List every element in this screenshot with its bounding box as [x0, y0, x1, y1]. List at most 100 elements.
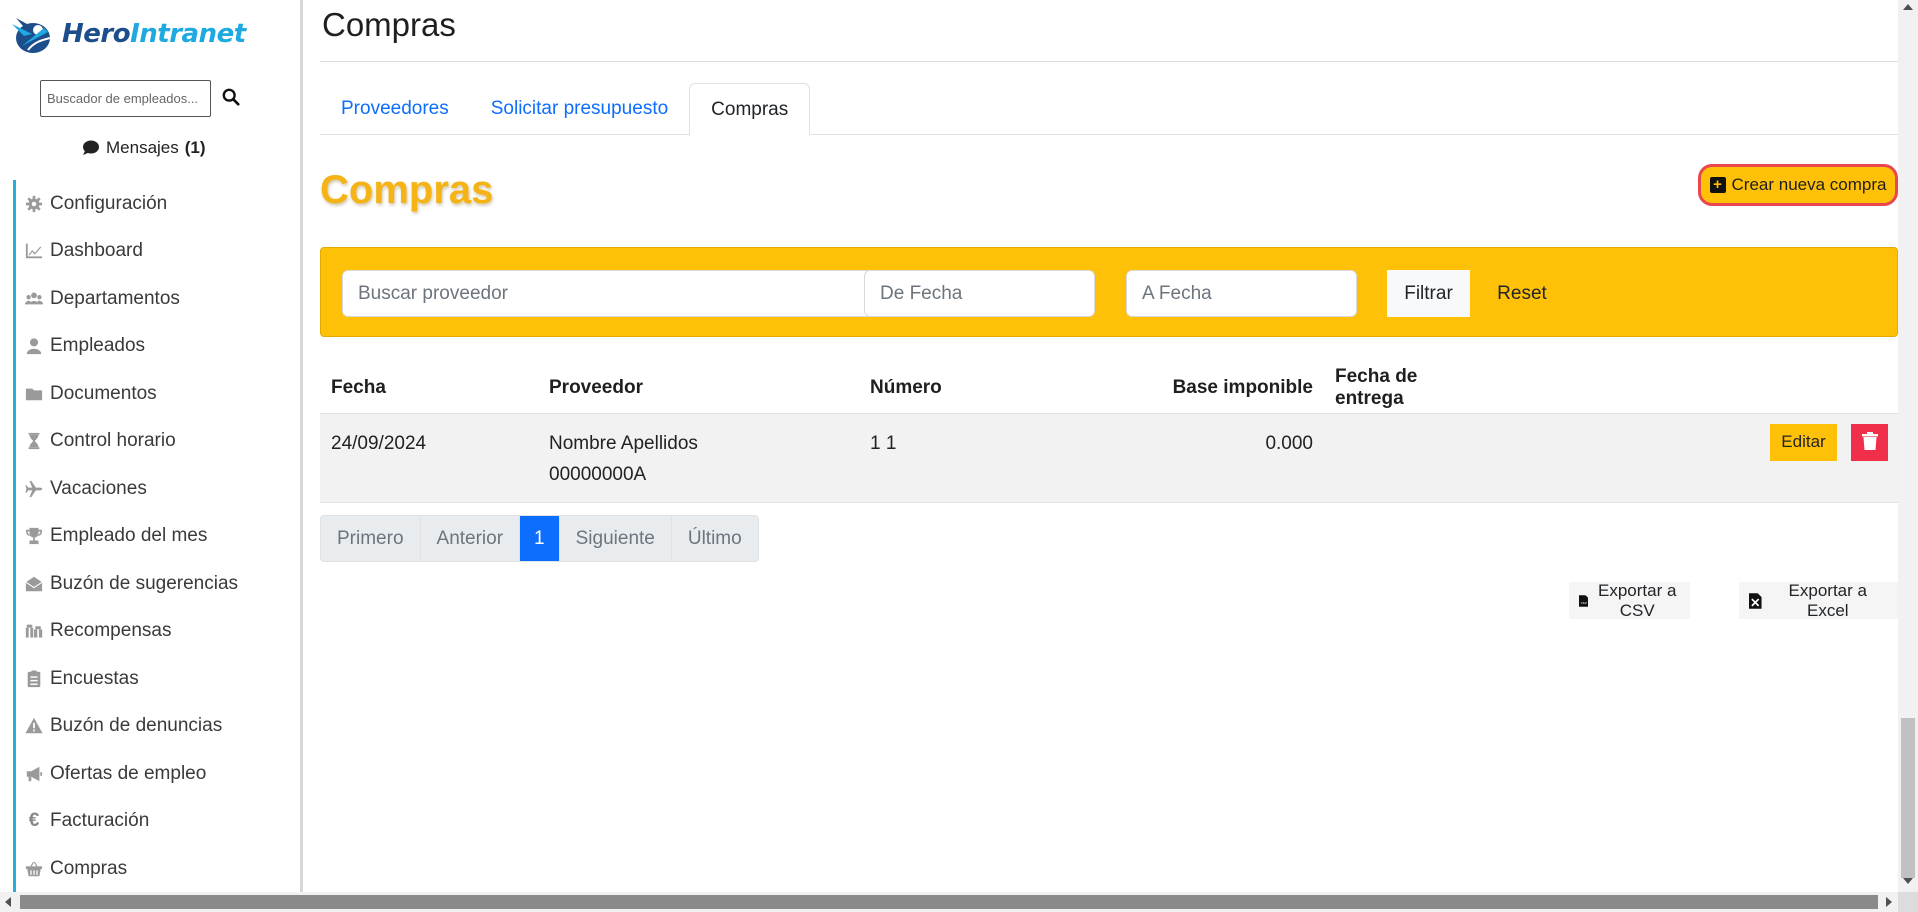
table-row: 24/09/2024 Nombre Apellidos 00000000A 1 …: [320, 413, 1898, 502]
cell-numero: 1 1: [859, 413, 1055, 502]
pagination-current-page[interactable]: 1: [520, 516, 560, 561]
messages-label: Mensajes: [106, 138, 179, 157]
page-title: Compras: [322, 6, 456, 43]
main-content: Compras Proveedores Solicitar presupuest…: [320, 0, 1898, 892]
sidebar-item-empleados[interactable]: Empleados: [13, 322, 300, 370]
title-divider: [320, 61, 1898, 62]
messages-count: (1): [184, 138, 206, 157]
plus-square-icon: +: [1709, 177, 1726, 193]
sidebar-item-label: Empleado del mes: [50, 525, 208, 547]
sidebar-item-vacaciones[interactable]: Vacaciones: [13, 465, 300, 513]
vertical-scroll-thumb[interactable]: [1901, 718, 1915, 878]
sidebar-item-dashboard[interactable]: Dashboard: [13, 227, 300, 275]
file-excel-icon: [1749, 592, 1762, 609]
pagination-first[interactable]: Primero: [321, 516, 421, 561]
column-header-numero[interactable]: Número: [859, 363, 1055, 413]
sidebar-item-ofertas-empleo[interactable]: Ofertas de empleo: [13, 750, 300, 798]
sidebar-item-label: Empleados: [50, 335, 146, 357]
warning-icon: [24, 716, 44, 736]
chart-line-icon: [24, 241, 44, 261]
date-to-input[interactable]: [1126, 270, 1357, 317]
horizontal-scrollbar[interactable]: [0, 892, 1898, 912]
filter-bar: Filtrar Reset: [320, 247, 1898, 337]
delete-button[interactable]: [1851, 423, 1888, 461]
sidebar-nav: Configuración Dashboard Departamentos Em…: [13, 180, 300, 892]
pagination-next[interactable]: Siguiente: [560, 516, 672, 561]
euro-icon: €: [28, 810, 40, 832]
horizontal-scroll-thumb[interactable]: [20, 895, 1878, 909]
basket-icon: [24, 859, 44, 879]
scrollbar-corner: [1898, 892, 1918, 912]
column-header-base-imponible[interactable]: Base imponible: [1055, 363, 1324, 413]
messages-link[interactable]: Mensajes (1): [82, 138, 206, 158]
column-header-actions: [1494, 363, 1898, 413]
supplier-search-input[interactable]: [342, 270, 904, 317]
create-purchase-label: Crear nueva compra: [1731, 175, 1887, 194]
column-header-fecha[interactable]: Fecha: [320, 363, 538, 413]
sidebar-item-label: Buzón de denuncias: [50, 715, 223, 737]
search-button[interactable]: [220, 87, 242, 109]
envelope-open-icon: [24, 574, 44, 594]
scroll-down-arrow-icon[interactable]: [1903, 878, 1913, 884]
sidebar-item-label: Facturación: [50, 810, 150, 832]
gifts-icon: [24, 621, 44, 641]
sidebar-item-empleado-del-mes[interactable]: Empleado del mes: [13, 512, 300, 560]
hero-logo-icon: [12, 18, 51, 53]
trophy-icon: [24, 526, 44, 546]
export-excel-button[interactable]: Exportar a Excel: [1739, 580, 1898, 620]
filter-button[interactable]: Filtrar: [1387, 270, 1470, 317]
tab-solicitar-presupuesto[interactable]: Solicitar presupuesto: [470, 83, 689, 135]
sidebar-item-label: Configuración: [50, 192, 168, 214]
sidebar-item-encuestas[interactable]: Encuestas: [13, 655, 300, 703]
sidebar-item-departamentos[interactable]: Departamentos: [13, 275, 300, 323]
tab-bar: Proveedores Solicitar presupuesto Compra…: [320, 83, 1898, 136]
employee-search-input[interactable]: [40, 80, 211, 117]
vertical-scrollbar[interactable]: [1898, 0, 1918, 892]
hourglass-icon: [24, 431, 44, 451]
logo[interactable]: HeroIntranet: [8, 12, 246, 56]
folder-icon: [24, 384, 44, 404]
scroll-up-arrow-icon[interactable]: [1903, 4, 1913, 10]
plane-icon: [24, 479, 44, 499]
clipboard-list-icon: [24, 669, 44, 689]
cell-actions: Editar: [1494, 413, 1898, 502]
cell-proveedor: Nombre Apellidos 00000000A: [538, 413, 859, 502]
export-csv-button[interactable]: csv Exportar a CSV: [1569, 580, 1690, 620]
sidebar-item-documentos[interactable]: Documentos: [13, 370, 300, 418]
tab-proveedores[interactable]: Proveedores: [320, 83, 470, 135]
search-icon: [222, 88, 240, 106]
pagination-prev[interactable]: Anterior: [421, 516, 521, 561]
sidebar-item-label: Documentos: [50, 382, 157, 404]
app-window: HeroIntranet Mensajes (1) Configuración: [0, 0, 1918, 912]
sidebar-item-compras[interactable]: Compras: [13, 845, 300, 892]
reset-button[interactable]: Reset: [1487, 270, 1557, 317]
date-from-input[interactable]: [864, 270, 1095, 317]
sidebar-item-buzon-sugerencias[interactable]: Buzón de sugerencias: [13, 560, 300, 608]
user-icon: [24, 336, 44, 356]
sidebar-item-label: Recompensas: [50, 620, 172, 642]
export-csv-label: Exportar a CSV: [1597, 580, 1677, 620]
sidebar-item-recompensas[interactable]: Recompensas: [13, 607, 300, 655]
sidebar-item-label: Dashboard: [50, 240, 143, 262]
column-header-proveedor[interactable]: Proveedor: [538, 363, 859, 413]
sidebar-item-label: Ofertas de empleo: [50, 762, 207, 784]
column-header-fecha-entrega[interactable]: Fecha de entrega: [1324, 363, 1494, 413]
sidebar-item-buzon-denuncias[interactable]: Buzón de denuncias: [13, 702, 300, 750]
supplier-id: 00000000A: [549, 463, 647, 485]
sidebar-item-configuracion[interactable]: Configuración: [13, 180, 300, 228]
edit-button[interactable]: Editar: [1770, 423, 1837, 461]
sidebar-item-control-horario[interactable]: Control horario: [13, 417, 300, 465]
pagination-last[interactable]: Último: [672, 516, 758, 561]
scroll-right-arrow-icon[interactable]: [1886, 897, 1892, 907]
supplier-name: Nombre Apellidos: [549, 432, 698, 454]
sidebar-item-label: Control horario: [50, 430, 176, 452]
scroll-left-arrow-icon[interactable]: [5, 897, 11, 907]
sidebar-item-facturacion[interactable]: € Facturación: [13, 797, 300, 845]
export-excel-label: Exportar a Excel: [1788, 580, 1867, 620]
create-purchase-button[interactable]: + Crear nueva compra: [1698, 164, 1898, 206]
sidebar-item-label: Encuestas: [50, 667, 139, 689]
tab-compras[interactable]: Compras: [689, 83, 811, 136]
comment-icon: [83, 140, 99, 155]
table-header-row: Fecha Proveedor Número Base imponible Fe…: [320, 363, 1898, 413]
logo-text: HeroIntranet: [62, 19, 246, 49]
